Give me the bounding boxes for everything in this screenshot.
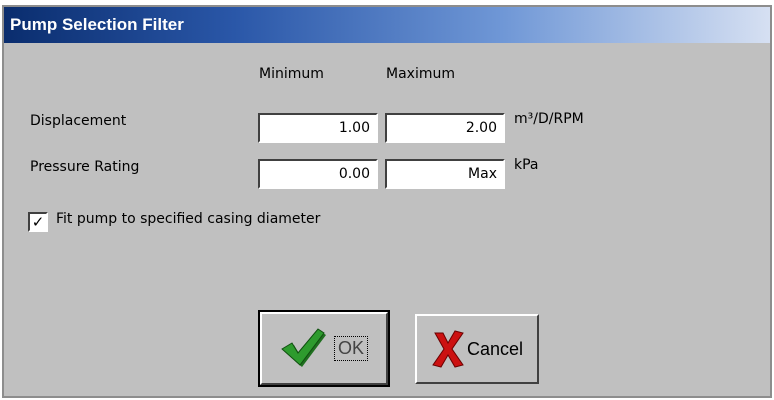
cancel-button-label: Cancel (466, 338, 524, 359)
green-checkmark-icon (281, 327, 326, 367)
red-x-icon (432, 330, 464, 368)
ok-button[interactable]: OK (260, 312, 388, 385)
pressure-rating-min-input[interactable]: 0.00 (258, 159, 378, 189)
pump-selection-dialog: Pump Selection Filter Minimum Maximum Di… (2, 5, 772, 398)
checkbox-check-mark: ✓ (31, 213, 45, 231)
displacement-max-input[interactable]: 2.00 (385, 113, 505, 143)
ok-button-label: OK (333, 336, 368, 361)
pressure-rating-unit: kPa (514, 157, 539, 173)
displacement-label: Displacement (30, 113, 127, 129)
pressure-rating-max-input[interactable]: Max (385, 159, 505, 189)
displacement-unit: m³/D/RPM (514, 111, 584, 127)
fit-casing-checkbox[interactable]: ✓ (28, 212, 48, 232)
dialog-title: Pump Selection Filter (4, 7, 770, 43)
fit-casing-checkbox-label[interactable]: Fit pump to specified casing diameter (56, 211, 320, 227)
pressure-rating-label: Pressure Rating (30, 159, 140, 175)
maximum-column-header: Maximum (386, 66, 455, 82)
minimum-column-header: Minimum (259, 66, 324, 82)
displacement-min-input[interactable]: 1.00 (258, 113, 378, 143)
cancel-button[interactable]: Cancel (415, 314, 539, 384)
